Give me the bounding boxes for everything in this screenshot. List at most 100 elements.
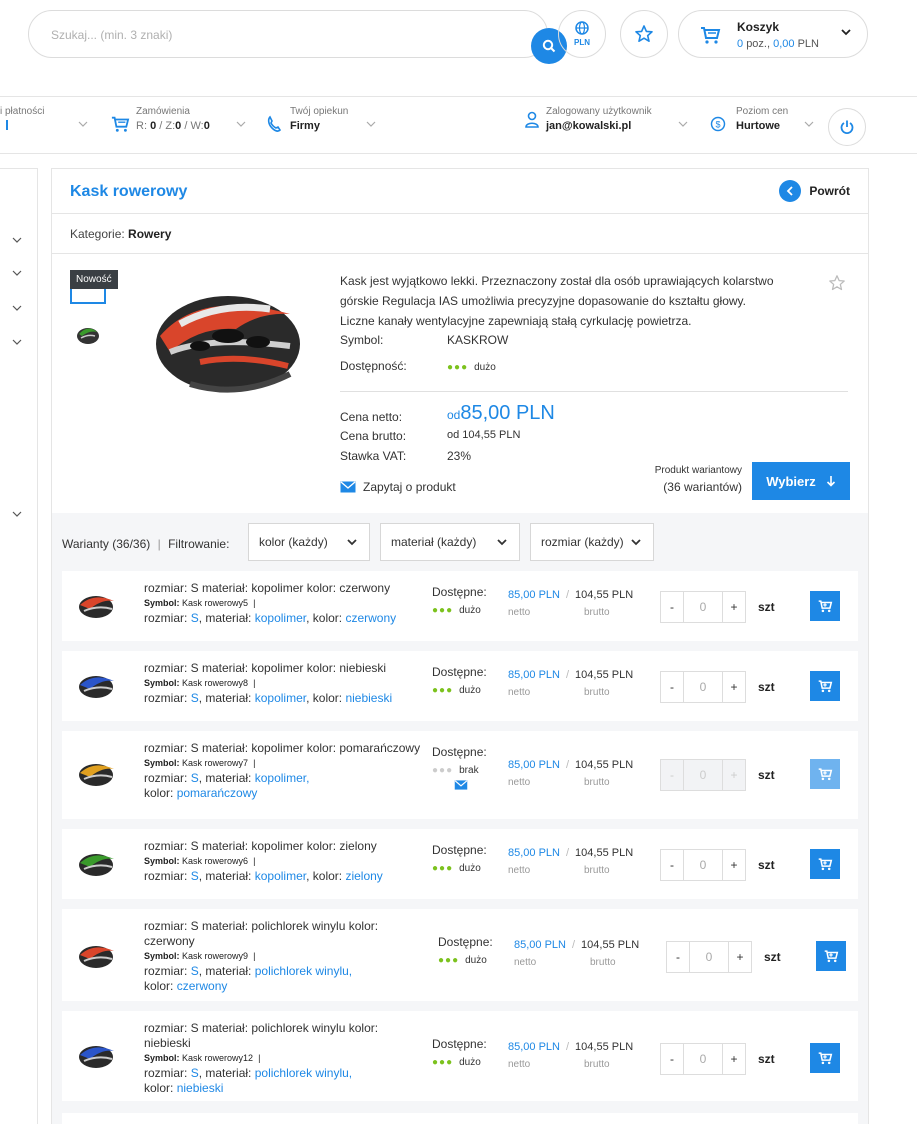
availability-label: Dostępność:	[340, 359, 407, 373]
category-link[interactable]: Rowery	[128, 227, 171, 241]
material-link[interactable]: kopolimer	[255, 691, 306, 705]
chevron-down-icon[interactable]	[12, 237, 22, 243]
add-to-cart-button[interactable]	[810, 591, 840, 621]
size-link[interactable]: S	[191, 869, 199, 883]
variant-symbol: Symbol: Kask rowerowy8 |	[144, 678, 256, 688]
chevron-down-icon[interactable]	[12, 511, 22, 517]
material-link[interactable]: kopolimer	[255, 869, 306, 883]
chevron-down-icon[interactable]	[804, 121, 814, 127]
material-link[interactable]: polichlorek winylu,	[255, 964, 352, 978]
decrement-button[interactable]: -	[661, 592, 683, 622]
variant-availability: Dostępne: ●●● brak	[432, 745, 487, 793]
material-link[interactable]: polichlorek winylu,	[255, 1066, 352, 1080]
decrement-button[interactable]: -	[661, 850, 683, 880]
increment-button[interactable]: +	[723, 672, 745, 702]
add-to-cart-button[interactable]	[816, 941, 846, 971]
decrement-button[interactable]: -	[667, 942, 689, 972]
chevron-down-icon[interactable]	[366, 121, 376, 127]
ask-about-product-link[interactable]: Zapytaj o produkt	[340, 480, 456, 494]
chevron-down-icon[interactable]	[12, 339, 22, 345]
variant-attributes: rozmiar: S, materiał: polichlorek winylu…	[144, 964, 353, 978]
orders-counts: R: 0 / Z:0 / W:0	[136, 120, 210, 132]
helmet-blue-image	[79, 1046, 114, 1068]
add-to-cart-button[interactable]	[810, 671, 840, 701]
chevron-down-icon[interactable]	[12, 270, 22, 276]
chevron-down-icon[interactable]	[12, 305, 22, 311]
breadcrumb: Kategorie: Rowery	[52, 214, 868, 254]
increment-button[interactable]: +	[723, 850, 745, 880]
filter-material-select[interactable]: materiał (każdy)	[380, 523, 520, 561]
variant-attributes: rozmiar: S, materiał: kopolimer, kolor: …	[144, 869, 383, 883]
add-to-cart-button[interactable]	[810, 1043, 840, 1073]
currency-button[interactable]: PLN	[558, 10, 606, 58]
category-row: Kategorie: Rowery	[70, 227, 171, 241]
quantity-input[interactable]: 0	[683, 592, 723, 622]
back-button[interactable]: Powrót	[779, 180, 850, 202]
guardian-menu[interactable]: Twój opiekun Firmy	[290, 106, 348, 132]
decrement-button[interactable]: -	[661, 1044, 683, 1074]
quantity-stepper: - 0 +	[660, 591, 746, 623]
gross-sub: brutto	[590, 957, 616, 968]
power-icon	[840, 120, 854, 134]
material-link[interactable]: kopolimer	[255, 611, 306, 625]
cart-icon	[818, 680, 833, 693]
thumbnail-helmet-green[interactable]	[70, 316, 106, 352]
envelope-icon[interactable]	[454, 780, 468, 790]
filter-size-select[interactable]: rozmiar (każdy)	[530, 523, 654, 561]
add-to-cart-button[interactable]	[810, 759, 840, 789]
increment-button[interactable]: +	[729, 942, 751, 972]
user-menu[interactable]: Zalogowany użytkownik jan@kowalski.pl	[546, 106, 652, 132]
chevron-down-icon[interactable]	[841, 28, 851, 36]
variant-attributes-color: kolor: niebieski	[144, 1081, 224, 1095]
cart-title: Koszyk	[737, 20, 780, 34]
size-link[interactable]: S	[191, 1066, 199, 1080]
favorites-button[interactable]	[620, 10, 668, 58]
stock-value: dużo	[459, 605, 481, 616]
chevron-down-icon[interactable]	[78, 121, 88, 127]
price-level-menu[interactable]: Poziom cen Hurtowe	[736, 106, 788, 132]
decrement-button[interactable]: -	[661, 760, 683, 790]
unit-label: szt	[758, 1052, 775, 1066]
quantity-input[interactable]: 0	[683, 672, 723, 702]
increment-button[interactable]: +	[723, 1044, 745, 1074]
color-link[interactable]: niebieski	[177, 1081, 224, 1095]
symbol-value: KASKROW	[447, 333, 509, 347]
color-link[interactable]: pomarańczowy	[177, 786, 258, 800]
size-link[interactable]: S	[191, 964, 199, 978]
search-box[interactable]: Szukaj... (min. 3 znaki)	[28, 10, 567, 64]
decrement-button[interactable]: -	[661, 672, 683, 702]
quantity-input[interactable]: 0	[683, 760, 723, 790]
quantity-input[interactable]: 0	[689, 942, 729, 972]
gross-price-row: Cena brutto: od 104,55 PLN	[340, 429, 520, 443]
phone-icon	[267, 115, 282, 132]
envelope-icon	[340, 481, 356, 493]
quantity-input[interactable]: 0	[683, 850, 723, 880]
color-link[interactable]: niebieski	[345, 691, 392, 705]
choose-button[interactable]: Wybierz	[752, 462, 850, 500]
quantity-input[interactable]: 0	[683, 1044, 723, 1074]
gross-sub: brutto	[584, 1059, 610, 1070]
payments-menu[interactable]: i płatności	[0, 106, 44, 130]
increment-button[interactable]: +	[723, 592, 745, 622]
unit-label: szt	[758, 768, 775, 782]
star-icon[interactable]	[828, 274, 846, 292]
orders-menu[interactable]: Zamówienia R: 0 / Z:0 / W:0	[136, 106, 210, 132]
material-link[interactable]: kopolimer,	[255, 771, 310, 785]
cart-widget[interactable]: Koszyk 0 poz., 0,00 PLN	[678, 10, 868, 58]
user-email: jan@kowalski.pl	[546, 120, 632, 132]
color-link[interactable]: zielony	[345, 869, 382, 883]
filter-color-select[interactable]: kolor (każdy)	[248, 523, 370, 561]
logout-button[interactable]	[828, 108, 866, 146]
color-link[interactable]: czerwony	[177, 979, 228, 993]
search-input[interactable]: Szukaj... (min. 3 znaki)	[51, 28, 172, 42]
increment-button[interactable]: +	[723, 760, 745, 790]
chevron-down-icon[interactable]	[678, 121, 688, 127]
divider	[340, 391, 848, 392]
variant-prices: 85,00 PLN/104,55 PLN netto brutto	[514, 939, 640, 968]
size-link[interactable]: S	[191, 611, 199, 625]
color-link[interactable]: czerwony	[345, 611, 396, 625]
size-link[interactable]: S	[191, 691, 199, 705]
size-link[interactable]: S	[191, 771, 199, 785]
add-to-cart-button[interactable]	[810, 849, 840, 879]
chevron-down-icon[interactable]	[236, 121, 246, 127]
